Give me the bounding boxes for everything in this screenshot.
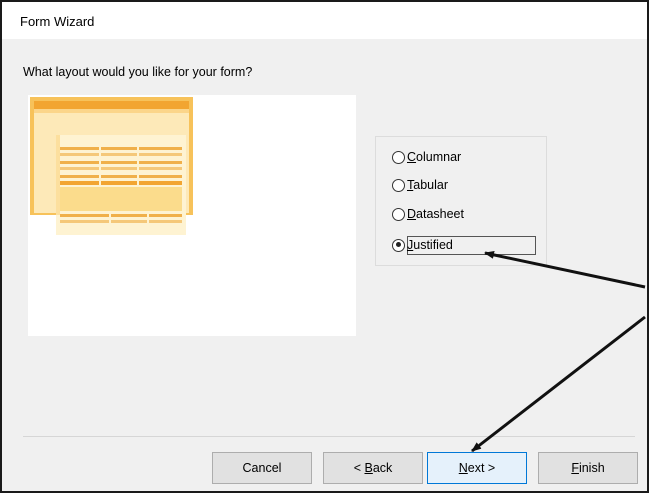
back-button[interactable]: < Back xyxy=(323,452,423,484)
radio-unselected-icon xyxy=(392,207,405,221)
next-button[interactable]: Next > xyxy=(427,452,527,484)
radio-tabular[interactable]: Tabular xyxy=(392,175,448,195)
radio-columnar-label: Columnar xyxy=(407,150,462,164)
radio-unselected-icon xyxy=(392,178,405,192)
radio-datasheet[interactable]: Datasheet xyxy=(392,204,464,224)
radio-justified[interactable]: Justified xyxy=(392,235,453,255)
radio-tabular-label: Tabular xyxy=(407,178,448,192)
footer-separator xyxy=(23,436,635,437)
radio-unselected-icon xyxy=(392,150,405,164)
radio-selected-icon xyxy=(392,238,405,252)
layout-options-group: Columnar Tabular Datasheet Justified xyxy=(375,136,547,266)
title-bar: Form Wizard xyxy=(2,2,647,39)
finish-button-label: Finish xyxy=(571,461,605,475)
radio-columnar[interactable]: Columnar xyxy=(392,147,461,167)
form-wizard-window: Form Wizard What layout would you like f… xyxy=(0,0,649,493)
next-button-label: Next > xyxy=(458,461,496,475)
layout-prompt: What layout would you like for your form… xyxy=(23,65,253,79)
radio-justified-label: Justified xyxy=(407,238,453,252)
justified-layout-preview-icon xyxy=(30,97,193,235)
radio-datasheet-label: Datasheet xyxy=(407,207,464,221)
window-title: Form Wizard xyxy=(20,14,95,29)
layout-preview xyxy=(28,95,356,336)
cancel-button-label: Cancel xyxy=(242,461,282,475)
cancel-button[interactable]: Cancel xyxy=(212,452,312,484)
back-button-label: < Back xyxy=(353,461,393,475)
finish-button[interactable]: Finish xyxy=(538,452,638,484)
